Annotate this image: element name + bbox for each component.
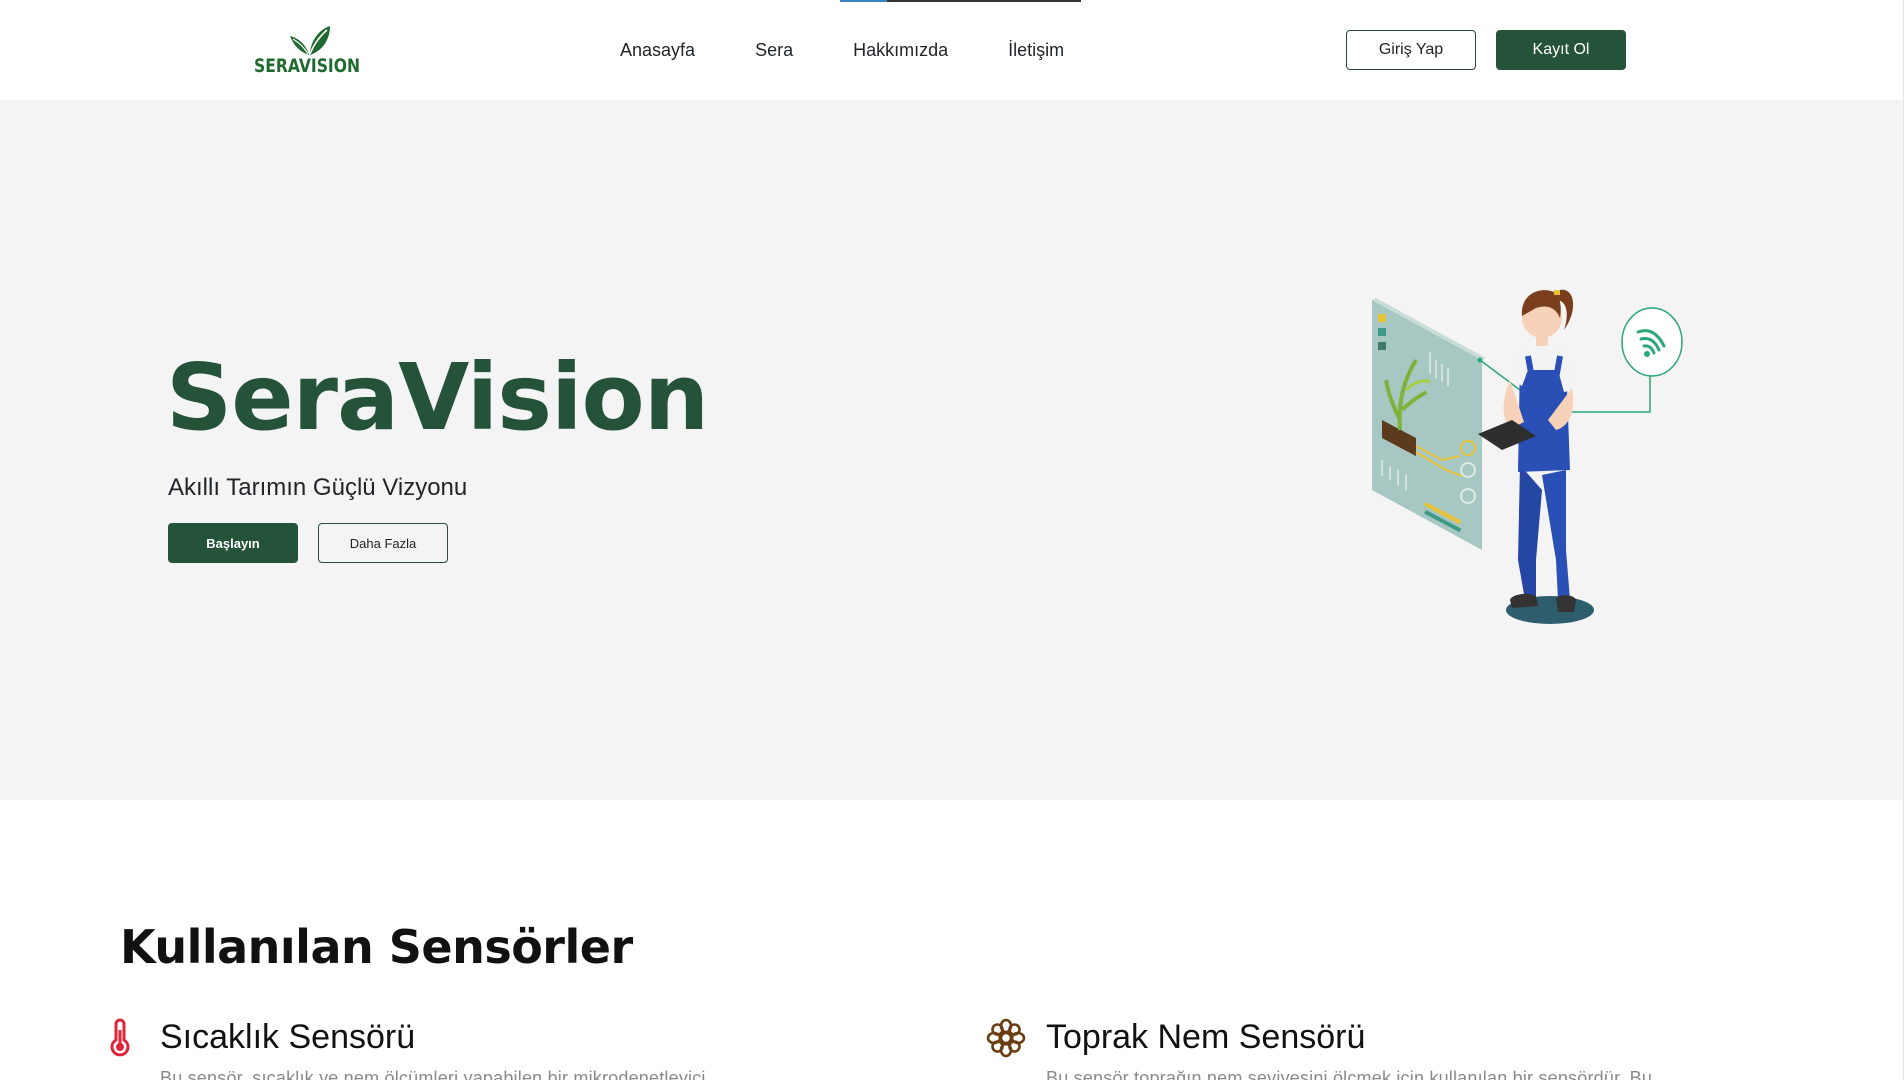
nav-item-anasayfa[interactable]: Anasayfa xyxy=(620,40,695,61)
site-header: SERAVISION Anasayfa Sera Hakkımızda İlet… xyxy=(0,0,1904,100)
sensors-section-title: Kullanılan Sensörler xyxy=(120,920,633,974)
seravision-logo[interactable]: SERAVISION xyxy=(254,22,366,80)
hero-subtitle: Akıllı Tarımın Güçlü Vizyonu xyxy=(168,474,468,501)
main-nav: Anasayfa Sera Hakkımızda İletişim xyxy=(620,0,1124,100)
smart-farming-illustration xyxy=(1372,289,1683,624)
nav-item-sera[interactable]: Sera xyxy=(755,40,793,61)
sensor-name: Toprak Nem Sensörü xyxy=(1046,1018,1366,1056)
hero-section: SeraVision Akıllı Tarımın Güçlü Vizyonu … xyxy=(0,100,1904,800)
register-button[interactable]: Kayıt Ol xyxy=(1496,30,1626,70)
login-button[interactable]: Giriş Yap xyxy=(1346,30,1476,70)
sensor-description: Bu sensör, sıcaklık ve nem ölçümleri yap… xyxy=(160,1068,706,1080)
hero-title: SeraVision xyxy=(166,344,709,451)
nav-item-hakkimizda[interactable]: Hakkımızda xyxy=(853,40,948,61)
sensor-description: Bu sensör toprağın nem seviyesini ölçmek… xyxy=(1046,1068,1653,1080)
thermometer-icon xyxy=(110,1018,130,1057)
logo-text: SERAVISION xyxy=(254,55,361,77)
sensor-name: Sıcaklık Sensörü xyxy=(160,1018,416,1056)
nav-item-iletisim[interactable]: İletişim xyxy=(1008,40,1064,61)
leaf-logo-icon xyxy=(290,26,330,55)
get-started-button[interactable]: Başlayın xyxy=(168,523,298,563)
learn-more-button[interactable]: Daha Fazla xyxy=(318,523,448,563)
flower-icon xyxy=(986,1018,1026,1058)
